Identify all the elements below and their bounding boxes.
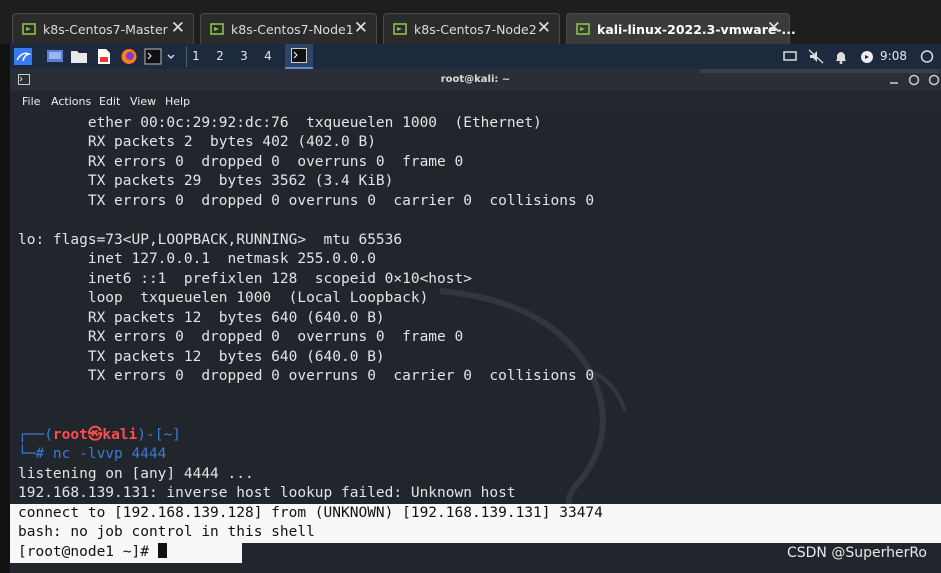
menu-bar: File Actions Edit View Help	[10, 91, 941, 111]
menu-view[interactable]: View	[130, 95, 156, 108]
terminal-line: lo: flags=73<UP,LOOPBACK,RUNNING> mtu 65…	[18, 232, 403, 248]
menu-help[interactable]: Help	[165, 95, 190, 108]
terminal-line: loop txqueuelen 1000 (Local Loopback)	[18, 290, 429, 306]
terminal-output-line: 192.168.139.131: inverse host lookup fai…	[18, 485, 516, 501]
terminal-line: ether 00:0c:29:92:dc:76 txqueuelen 1000 …	[18, 115, 542, 131]
command-text: nc -lvvp 4444	[52, 446, 167, 462]
vm-icon	[393, 23, 407, 35]
text-editor-icon[interactable]	[96, 48, 112, 65]
tab-label: k8s-Centos7-Node2	[414, 22, 537, 37]
terminal-line: inet6 ::1 prefixlen 128 scopeid 0×10<hos…	[18, 271, 472, 287]
vmware-left-edge	[0, 0, 10, 573]
tab-label: k8s-Centos7-Master	[43, 22, 168, 37]
command-line: └─# nc -lvvp 4444	[18, 445, 166, 464]
prompt-line: ┌──(root㉿kali)-[~]	[18, 426, 181, 445]
lock-screen-icon[interactable]	[920, 48, 934, 65]
terminal-line: inet 127.0.0.1 netmask 255.0.0.0	[18, 251, 376, 267]
menu-actions[interactable]: Actions	[51, 95, 91, 108]
notification-icon[interactable]	[834, 48, 848, 65]
terminal-line: TX errors 0 dropped 0 overruns 0 carrier…	[18, 368, 595, 384]
terminal-output-line: bash: no job control in this shell	[18, 524, 315, 540]
terminal-line: TX packets 29 bytes 3562 (3.4 KiB)	[18, 173, 394, 189]
window-title: root@kali: ~	[440, 74, 511, 85]
clock: 9:08	[880, 49, 907, 63]
firefox-icon[interactable]	[120, 48, 138, 65]
chevron-down-icon[interactable]	[166, 48, 176, 65]
close-icon[interactable]: ✕	[537, 18, 551, 38]
prompt-cwd: )-[~]	[137, 427, 181, 443]
prompt-hash: └─#	[18, 446, 53, 462]
display-icon[interactable]	[782, 48, 798, 65]
vm-icon	[576, 23, 590, 35]
remote-shell-prompt[interactable]: [root@node1 ~]#	[18, 543, 167, 562]
workspace-1[interactable]: 1	[186, 48, 206, 65]
desktop-icon[interactable]	[46, 48, 64, 65]
prompt-user: root㉿kali	[52, 427, 138, 443]
tab-label: k8s-Centos7-Node1	[231, 22, 354, 37]
terminal-line: RX errors 0 dropped 0 overruns 0 frame 0	[18, 329, 464, 345]
workspace-2[interactable]: 2	[210, 48, 230, 65]
vm-tab-bar: k8s-Centos7-Master ✕ k8s-Centos7-Node1 ✕…	[0, 0, 941, 44]
menu-edit[interactable]: Edit	[99, 95, 120, 108]
csdn-watermark: CSDN @SuperherRo	[786, 545, 927, 561]
mute-icon[interactable]	[808, 48, 824, 65]
terminal-window-icon	[291, 48, 307, 63]
terminal-icon[interactable]	[144, 48, 162, 65]
close-icon[interactable]: ✕	[171, 18, 185, 38]
vm-icon	[22, 23, 36, 35]
kali-menu-icon[interactable]	[14, 48, 32, 65]
power-icon[interactable]	[860, 48, 874, 65]
close-icon[interactable]: ✕	[354, 18, 368, 38]
terminal-line: RX errors 0 dropped 0 overruns 0 frame 0	[18, 154, 464, 170]
kali-top-panel: 1 2 3 4 9:08	[10, 44, 941, 69]
terminal-line: TX errors 0 dropped 0 overruns 0 carrier…	[18, 193, 595, 209]
terminal-titlebar: root@kali: ~	[10, 69, 941, 91]
remote-prompt-text: [root@node1 ~]#	[18, 544, 158, 560]
tab-k8s-master[interactable]: k8s-Centos7-Master ✕	[12, 13, 194, 44]
terminal-output-line: listening on [any] 4444 ...	[18, 466, 254, 482]
terminal-line: TX packets 12 bytes 640 (640.0 B)	[18, 349, 385, 365]
workspace-4[interactable]: 4	[258, 48, 278, 65]
taskbar-terminal-button[interactable]	[285, 44, 313, 69]
files-icon[interactable]	[70, 48, 88, 65]
tab-k8s-node1[interactable]: k8s-Centos7-Node1 ✕	[200, 13, 377, 44]
vm-icon	[210, 23, 224, 35]
workspace-3[interactable]: 3	[234, 48, 254, 65]
titlebar-highlight	[700, 69, 940, 73]
terminal-output-line: connect to [192.168.139.128] from (UNKNO…	[18, 505, 603, 521]
tab-kali-linux[interactable]: kali-linux-2022.3-vmware-... ✕	[566, 13, 796, 44]
prompt-open: ┌──(	[18, 427, 53, 443]
terminal-line: RX packets 2 bytes 402 (402.0 B)	[18, 134, 376, 150]
close-window-icon[interactable]	[928, 74, 940, 86]
maximize-icon[interactable]	[908, 74, 920, 86]
terminal-output-area[interactable]: ether 00:0c:29:92:dc:76 txqueuelen 1000 …	[10, 111, 941, 573]
terminal-line: RX packets 12 bytes 640 (640.0 B)	[18, 310, 385, 326]
menu-file[interactable]: File	[22, 95, 40, 108]
minimize-icon[interactable]	[888, 74, 900, 86]
tab-k8s-node2[interactable]: k8s-Centos7-Node2 ✕	[383, 13, 560, 44]
text-cursor	[157, 543, 167, 558]
close-icon[interactable]: ✕	[767, 18, 781, 38]
